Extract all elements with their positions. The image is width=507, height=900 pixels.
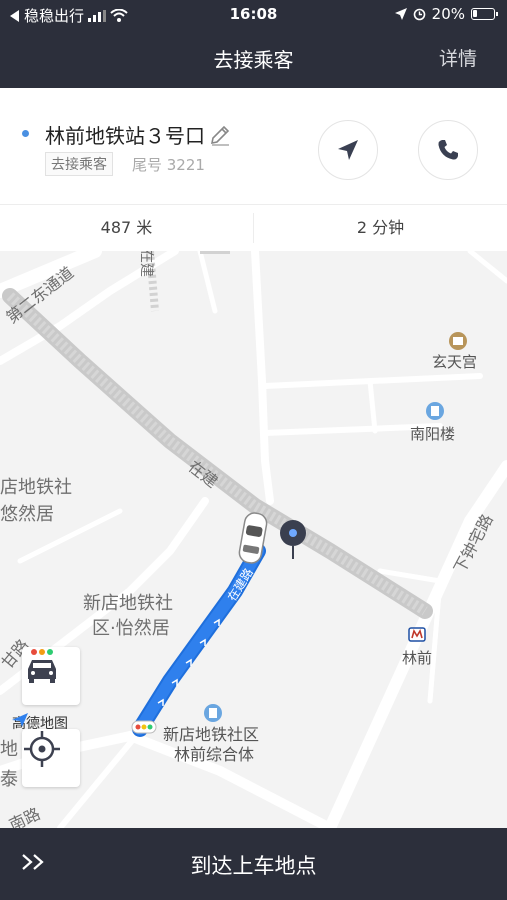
- pickup-dot-icon: [22, 130, 29, 137]
- distance-remaining: 487 米: [100, 218, 153, 237]
- poi-label-linqian: 林前: [402, 649, 433, 667]
- arrive-pickup-slider[interactable]: 到达上车地点: [0, 828, 507, 900]
- temple-icon: [449, 332, 467, 350]
- area-label-youranju: 悠然居: [0, 504, 54, 525]
- details-link[interactable]: 详情: [439, 44, 477, 71]
- poi-label-xuantiangong: 玄天宫: [432, 353, 478, 371]
- map-view[interactable]: 第二东通道 在建 在建 下钟宅路 南路 甘路 在建路 店地铁社 悠然居 新店地铁…: [0, 251, 507, 828]
- pickup-pin-icon: [280, 520, 306, 559]
- area-label-linqian-complex: 林前综合体: [174, 745, 255, 764]
- edit-pencil-icon[interactable]: [209, 124, 231, 146]
- battery-icon: [471, 8, 498, 20]
- building-icon: [204, 704, 222, 722]
- nav-header: 去接乘客 详情: [0, 28, 507, 88]
- area-label-xindian-mid: 新店地铁社: [83, 593, 173, 614]
- pickup-destination[interactable]: 林前地铁站３号口: [45, 120, 231, 149]
- navigate-button[interactable]: [318, 120, 378, 180]
- edge-label-di: 地: [0, 739, 18, 760]
- battery-percent: 20%: [431, 5, 465, 23]
- destination-label: 林前地铁站３号口: [45, 124, 205, 148]
- traffic-toggle-button[interactable]: [22, 647, 80, 705]
- edge-label-tai: 泰: [0, 769, 18, 790]
- navigation-arrow-icon: [338, 140, 358, 160]
- tail-number: 尾号 3221: [132, 156, 205, 174]
- road-label-zaijian-top: 在建: [138, 251, 154, 277]
- area-label-xindian-left: 店地铁社: [0, 477, 72, 498]
- trip-info-card: 林前地铁站３号口 去接乘客 尾号 3221 487 米 2 分钟: [0, 88, 507, 251]
- call-passenger-button[interactable]: [418, 120, 478, 180]
- building-icon: [426, 402, 444, 420]
- phone-icon: [438, 140, 458, 160]
- car-traffic-icon: [28, 649, 56, 683]
- crosshair-icon: [24, 731, 60, 767]
- poi-label-nanyanglou: 南阳楼: [410, 425, 456, 443]
- page-title: 去接乘客: [213, 48, 294, 72]
- time-remaining: 2 分钟: [356, 218, 405, 237]
- locate-me-button[interactable]: [22, 729, 80, 787]
- area-label-yiranju: 区·怡然居: [92, 618, 170, 639]
- location-arrow-icon: [394, 8, 407, 20]
- metro-icon: [408, 627, 426, 642]
- arrive-pickup-label: 到达上车地点: [190, 854, 317, 878]
- status-bar: 稳稳出行 16:08 20%: [0, 0, 507, 28]
- amap-logo-icon: [12, 713, 28, 727]
- status-tag: 去接乘客: [45, 152, 113, 176]
- alarm-icon: [413, 8, 425, 20]
